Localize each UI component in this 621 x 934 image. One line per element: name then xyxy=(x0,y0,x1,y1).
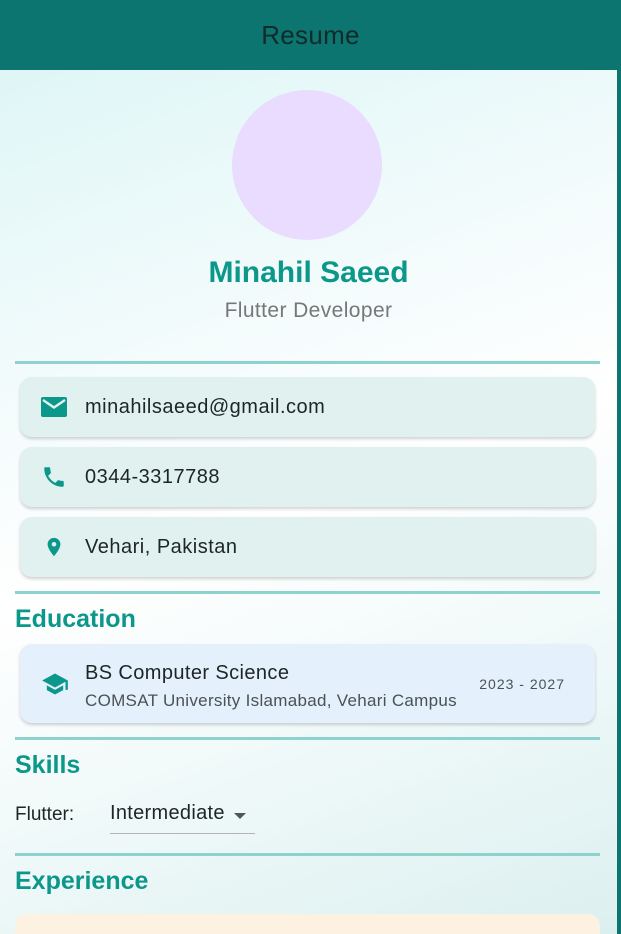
divider xyxy=(15,853,600,856)
divider xyxy=(15,361,600,364)
dropdown-arrow-icon xyxy=(234,813,246,819)
graduation-cap-icon xyxy=(40,670,70,698)
section-title-skills: Skills xyxy=(15,751,81,779)
contact-card-phone[interactable]: 0344-3317788 xyxy=(20,447,595,507)
contact-location-text: Vehari, Pakistan xyxy=(85,535,238,558)
divider xyxy=(15,591,600,594)
skill-label: Flutter: xyxy=(15,804,75,825)
app-bar-title: Resume xyxy=(261,19,360,50)
skill-level-value: Intermediate xyxy=(110,802,225,824)
contact-email-text: minahilsaeed@gmail.com xyxy=(85,395,326,418)
section-title-experience: Experience xyxy=(15,867,149,895)
profile-role: Flutter Developer xyxy=(224,299,393,322)
resume-content[interactable]: Minahil Saeed Flutter Developer minahils… xyxy=(0,70,617,934)
contact-card-location[interactable]: Vehari, Pakistan xyxy=(20,517,595,577)
skill-level-dropdown[interactable]: Intermediate xyxy=(110,792,255,834)
experience-card[interactable] xyxy=(15,914,600,934)
education-school: COMSAT University Islamabad, Vehari Camp… xyxy=(85,691,457,710)
window-edge xyxy=(617,0,621,934)
education-years: 2023 - 2027 xyxy=(479,676,565,692)
app-bar: Resume xyxy=(0,0,621,70)
avatar xyxy=(232,90,382,240)
section-title-education: Education xyxy=(15,605,136,633)
education-degree: BS Computer Science xyxy=(85,662,290,684)
education-card[interactable]: BS Computer Science COMSAT University Is… xyxy=(20,644,595,723)
divider xyxy=(15,737,600,740)
phone-icon xyxy=(40,463,68,491)
location-pin-icon xyxy=(40,533,68,561)
email-icon xyxy=(40,393,68,421)
contact-card-email[interactable]: minahilsaeed@gmail.com xyxy=(20,377,595,437)
contact-phone-text: 0344-3317788 xyxy=(85,465,221,488)
profile-name: Minahil Saeed xyxy=(208,256,409,289)
